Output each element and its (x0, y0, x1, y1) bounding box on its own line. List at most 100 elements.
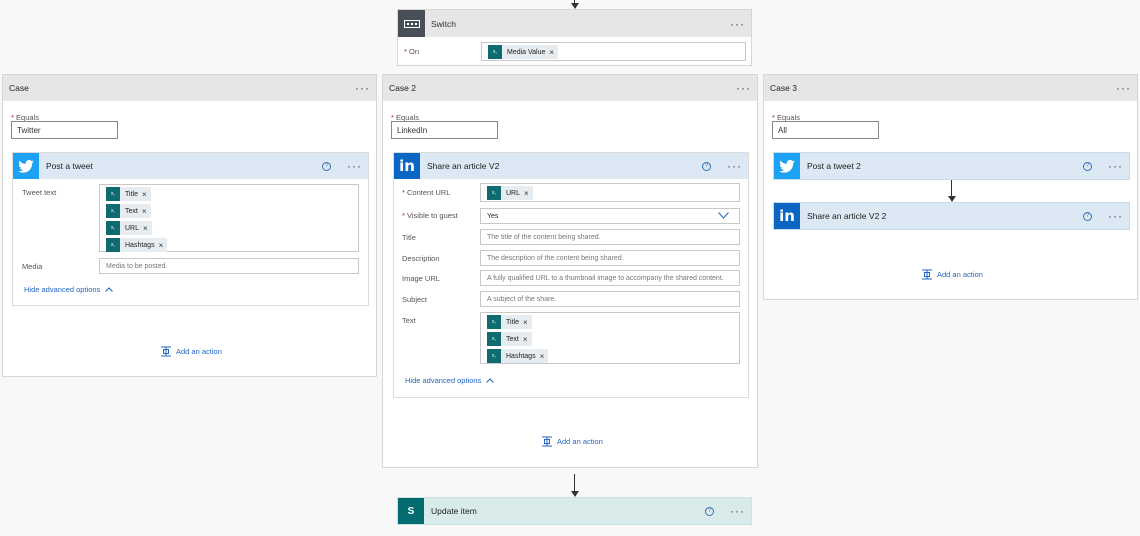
action-title: Post a tweet (46, 161, 93, 171)
action-title: Post a tweet 2 (807, 161, 861, 171)
dynamic-content-icon: x, (487, 186, 501, 200)
remove-icon[interactable]: × (159, 241, 164, 250)
switch-header[interactable]: Switch ··· (398, 10, 751, 37)
add-action-icon (922, 269, 932, 280)
equals-input[interactable]: Twitter (11, 121, 118, 139)
case-header[interactable]: Case 2 ··· (383, 75, 757, 101)
add-action-button[interactable]: Add an action (541, 436, 603, 447)
remove-icon[interactable]: × (549, 48, 554, 57)
add-action-button[interactable]: Add an action (160, 346, 222, 357)
add-action-icon (542, 436, 552, 447)
equals-input[interactable]: All (772, 121, 879, 139)
chevron-up-icon (105, 287, 114, 292)
switch-title: Switch (431, 18, 457, 29)
more-icon[interactable]: ··· (730, 505, 745, 517)
dynamic-content-icon: x, (106, 187, 120, 201)
token: x, URL × (106, 221, 152, 235)
remove-icon[interactable]: × (142, 207, 147, 216)
text-input[interactable]: x, Title × x, Text × x, Hashtags × (480, 312, 740, 364)
title-label: Title (402, 233, 416, 242)
help-icon[interactable]: ? (1083, 211, 1092, 221)
twitter-icon (13, 153, 39, 179)
on-input[interactable]: x, Media Value × (481, 42, 746, 61)
on-label: * On (404, 47, 420, 56)
post-tweet-2-header[interactable]: Post a tweet 2 ? ··· (774, 153, 1129, 179)
update-item-action[interactable]: S Update item ? ··· (397, 497, 752, 525)
remove-icon[interactable]: × (523, 335, 528, 344)
action-title: Update item (431, 506, 477, 516)
post-tweet-action: Post a tweet ? ··· Tweet text x, Title × x… (12, 152, 369, 306)
action-title: Share an article V2 (427, 161, 500, 171)
case-title: Case 3 (770, 83, 797, 93)
visible-dropdown[interactable]: Yes (480, 208, 740, 224)
dynamic-content-icon: x, (106, 238, 120, 252)
visible-label: * Visible to guest (402, 211, 458, 220)
more-icon[interactable]: ··· (1116, 82, 1131, 94)
share-article-2-header[interactable]: in Share an article V2 2 ? ··· (774, 203, 1129, 229)
case-card: Case ··· * Equals Twitter Post a tweet ?… (2, 74, 377, 377)
add-action-icon (161, 346, 171, 357)
subject-input[interactable]: A subject of the share. (480, 291, 740, 307)
hide-advanced-link[interactable]: Hide advanced options (24, 285, 114, 294)
share-article-header[interactable]: in Share an article V2 ? ··· (394, 153, 748, 179)
token: x, Hashtags × (487, 349, 549, 363)
description-label: Description (402, 254, 440, 263)
more-icon[interactable]: ··· (727, 160, 742, 172)
help-icon[interactable]: ? (322, 161, 331, 171)
token: x, Title × (487, 315, 532, 329)
image-url-label: Image URL (402, 274, 440, 283)
case-header[interactable]: Case 3 ··· (764, 75, 1137, 101)
remove-icon[interactable]: × (523, 318, 528, 327)
content-url-input[interactable]: x, URL × (480, 183, 740, 202)
token: x, Title × (106, 187, 151, 201)
dynamic-content-icon: x, (487, 349, 501, 363)
more-icon[interactable]: ··· (347, 160, 362, 172)
more-icon[interactable]: ··· (1108, 160, 1123, 172)
image-url-input[interactable]: A fully qualified URL to a thumbnail ima… (480, 270, 740, 286)
dynamic-content-icon: x, (487, 332, 501, 346)
description-input[interactable]: The description of the content being sha… (480, 250, 740, 266)
more-icon[interactable]: ··· (736, 82, 751, 94)
post-tweet-header[interactable]: Post a tweet ? ··· (13, 153, 368, 179)
token: x, Media Value × (488, 45, 559, 59)
case-title: Case (9, 83, 29, 93)
dynamic-content-icon: x, (106, 221, 120, 235)
token: x, Text × (106, 204, 151, 218)
help-icon[interactable]: ? (702, 161, 711, 171)
update-item-header[interactable]: S Update item ? ··· (398, 498, 751, 524)
dynamic-content-icon: x, (106, 204, 120, 218)
chevron-up-icon (486, 378, 495, 383)
dynamic-content-icon: x, (488, 45, 502, 59)
add-action-button[interactable]: Add an action (921, 269, 983, 280)
content-url-label: * Content URL (402, 188, 451, 197)
linkedin-icon: in (394, 153, 420, 179)
token: x, Text × (487, 332, 532, 346)
help-icon[interactable]: ? (1083, 161, 1092, 171)
subject-label: Subject (402, 295, 428, 304)
help-icon[interactable]: ? (705, 506, 714, 516)
switch-icon (398, 10, 425, 37)
remove-icon[interactable]: × (540, 352, 545, 361)
case-header[interactable]: Case ··· (3, 75, 376, 101)
case-card: Case 3 ··· * Equals All Post a tweet 2 ?… (763, 74, 1138, 300)
post-tweet-2-action[interactable]: Post a tweet 2 ? ··· (773, 152, 1130, 180)
equals-input[interactable]: LinkedIn (391, 121, 498, 139)
sharepoint-icon: S (398, 498, 424, 524)
title-input[interactable]: The title of the content being shared. (480, 229, 740, 245)
more-icon[interactable]: ··· (730, 18, 745, 30)
more-icon[interactable]: ··· (1108, 210, 1123, 222)
dynamic-content-icon: x, (487, 315, 501, 329)
action-title: Share an article V2 2 (807, 211, 887, 221)
twitter-icon (774, 153, 800, 179)
remove-icon[interactable]: × (142, 190, 147, 199)
more-icon[interactable]: ··· (355, 82, 370, 94)
token: x, Hashtags × (106, 238, 168, 252)
share-article-2-action[interactable]: in Share an article V2 2 ? ··· (773, 202, 1130, 230)
remove-icon[interactable]: × (524, 189, 529, 198)
case-title: Case 2 (389, 83, 416, 93)
hide-advanced-link[interactable]: Hide advanced options (405, 376, 495, 385)
tweet-text-label: Tweet text (22, 188, 57, 197)
remove-icon[interactable]: × (143, 224, 148, 233)
tweet-text-input[interactable]: x, Title × x, Text × x, URL × x, Hashtags × (99, 184, 359, 252)
media-input[interactable]: Media to be posted. (99, 258, 359, 274)
